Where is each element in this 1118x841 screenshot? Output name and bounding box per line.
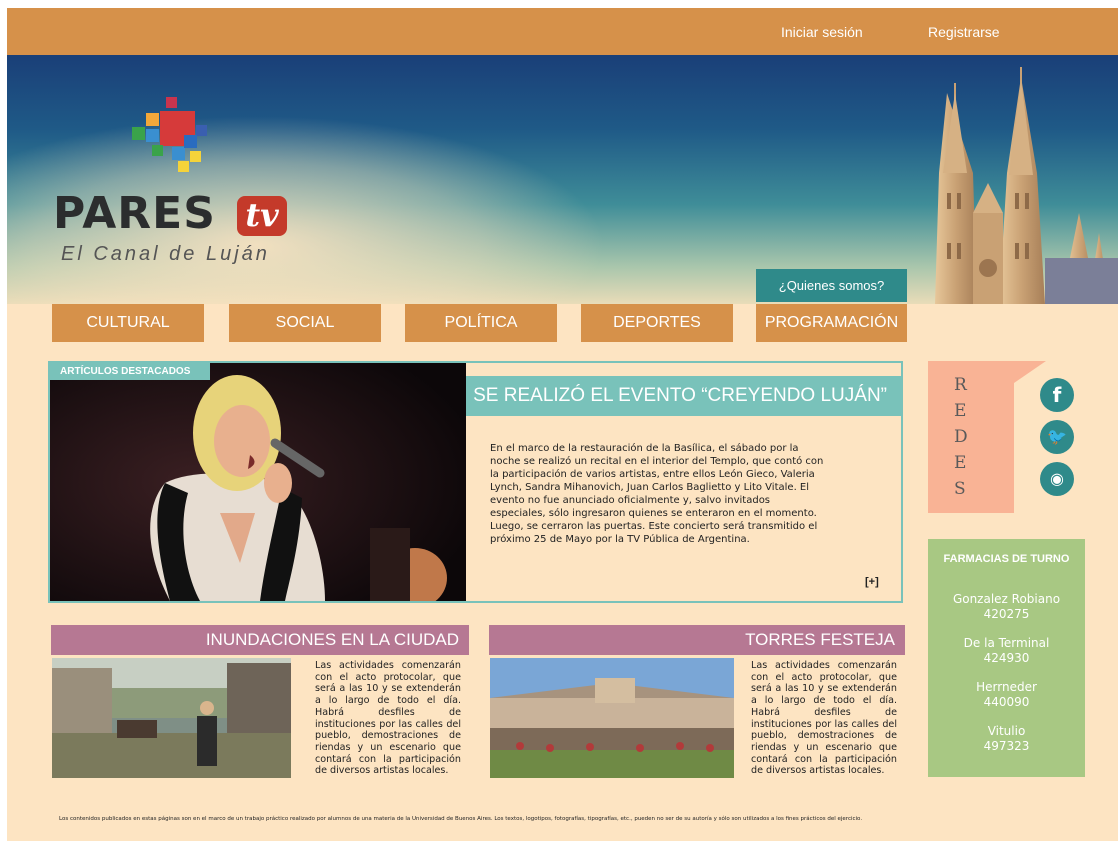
nav-social[interactable]: SOCIAL — [229, 304, 381, 342]
nav-politica[interactable]: POLÍTICA — [405, 304, 557, 342]
nav-deportes[interactable]: DEPORTES — [581, 304, 733, 342]
twitter-icon[interactable]: 🐦 — [1040, 420, 1074, 454]
redes-letter: E — [954, 401, 967, 421]
pharmacy-name: Gonzalez Robiano — [952, 592, 1061, 606]
pharmacy-phone: 424930 — [983, 651, 1030, 665]
page: Iniciar sesión Registrarse PARES tv El C… — [7, 8, 1118, 841]
redes-letter: E — [954, 453, 967, 473]
social-panel: R E D E S f 🐦 ◉ — [928, 361, 1074, 513]
featured-photo — [50, 363, 466, 601]
pharmacy-name: Vitulio — [987, 724, 1026, 738]
about-us-link[interactable]: ¿Quienes somos? — [756, 269, 907, 302]
pharmacy-phone: 440090 — [983, 695, 1030, 709]
nav-programacion[interactable]: PROGRAMACIÓN — [756, 304, 907, 342]
pharmacy-item: Gonzalez Robiano 420275 — [928, 592, 1085, 622]
pharmacies-title: FARMACIAS DE TURNO — [943, 553, 1070, 565]
pharmacy-name: De la Terminal — [963, 636, 1050, 650]
logo-tv-badge: tv — [237, 196, 287, 236]
article-title[interactable]: INUNDACIONES EN LA CIUDAD — [51, 625, 469, 655]
logo-mark-icon — [132, 97, 207, 172]
login-link[interactable]: Iniciar sesión — [781, 24, 863, 40]
article-body: Las actividades comenzarán con el acto p… — [751, 660, 897, 777]
redes-letter: D — [954, 427, 968, 447]
logo-name: PARES — [53, 188, 216, 239]
featured-title[interactable]: SE REALIZÓ EL EVENTO “CREYENDO LUJÁN” — [466, 376, 903, 416]
article-body: Las actividades comenzarán con el acto p… — [315, 660, 461, 777]
pharmacy-item: Vitulio 497323 — [928, 724, 1085, 754]
basilica-image — [935, 67, 1118, 304]
featured-article: ARTÍCULOS DESTACADOS SE REALIZÓ EL EVENT… — [48, 361, 903, 603]
pharmacy-name: Herrneder — [976, 680, 1037, 694]
rss-icon[interactable]: ◉ — [1040, 462, 1074, 496]
hero-banner: PARES tv El Canal de Luján ¿Quienes somo… — [7, 55, 1118, 304]
flood-photo — [52, 658, 291, 778]
redes-banner-shape — [928, 361, 1046, 513]
top-bar: Iniciar sesión Registrarse — [7, 8, 1118, 55]
pharmacies-panel: FARMACIAS DE TURNO Gonzalez Robiano 4202… — [928, 539, 1085, 777]
facebook-icon[interactable]: f — [1040, 378, 1074, 412]
festival-photo — [490, 658, 734, 778]
redes-letter: S — [954, 479, 966, 499]
featured-tag: ARTÍCULOS DESTACADOS — [50, 363, 211, 380]
nav-cultural[interactable]: CULTURAL — [52, 304, 204, 342]
featured-body: En el marco de la restauración de la Bas… — [490, 443, 824, 545]
read-more-link[interactable]: [+] — [865, 576, 879, 588]
pharmacy-phone: 420275 — [983, 607, 1030, 621]
pharmacy-item: De la Terminal 424930 — [928, 636, 1085, 666]
redes-letter: R — [954, 375, 967, 395]
article-title[interactable]: TORRES FESTEJA — [489, 625, 905, 655]
footer-disclaimer: Los contenidos publicados en estas págin… — [59, 816, 863, 822]
pharmacy-item: Herrneder 440090 — [928, 680, 1085, 710]
pharmacy-phone: 497323 — [983, 739, 1030, 753]
register-link[interactable]: Registrarse — [928, 24, 1000, 40]
logo-tagline: El Canal de Luján — [61, 243, 270, 265]
